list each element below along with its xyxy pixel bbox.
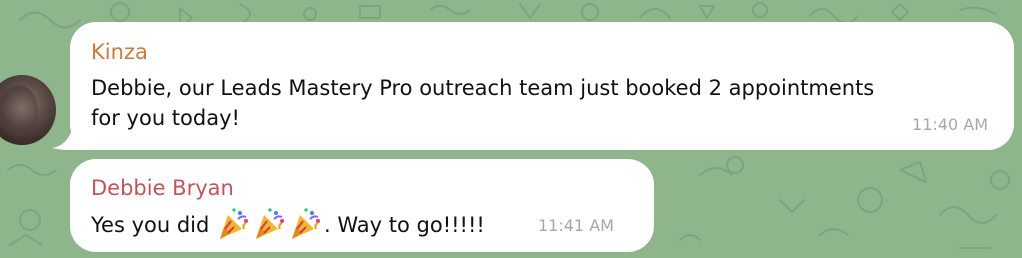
message-text-before-emoji: Yes you did <box>91 213 217 237</box>
message-bubble[interactable]: Debbie Bryan Yes you did . Way to go!!!!… <box>70 159 654 252</box>
avatar-photo <box>0 75 56 145</box>
party-popper-icon <box>252 207 286 241</box>
message-bubble[interactable]: Kinza Debbie, our Leads Mastery Pro outr… <box>70 22 1014 150</box>
avatar-photo-detail <box>0 85 38 137</box>
message-text: Yes you did . Way to go!!!!! <box>91 207 485 241</box>
avatar[interactable] <box>0 75 57 145</box>
message-text-line: Debbie, our Leads Mastery Pro outreach t… <box>91 76 875 100</box>
message-text-after-emoji: . Way to go!!!!! <box>324 213 485 237</box>
party-popper-icon <box>288 207 322 241</box>
sender-name[interactable]: Debbie Bryan <box>91 176 234 200</box>
message-time: 11:40 AM <box>912 115 988 134</box>
message-text: Debbie, our Leads Mastery Pro outreach t… <box>91 73 1001 133</box>
party-popper-icon <box>216 207 250 241</box>
message-text-line: for you today! <box>91 106 240 130</box>
sender-name[interactable]: Kinza <box>91 40 148 64</box>
message-time: 11:41 AM <box>538 216 614 235</box>
